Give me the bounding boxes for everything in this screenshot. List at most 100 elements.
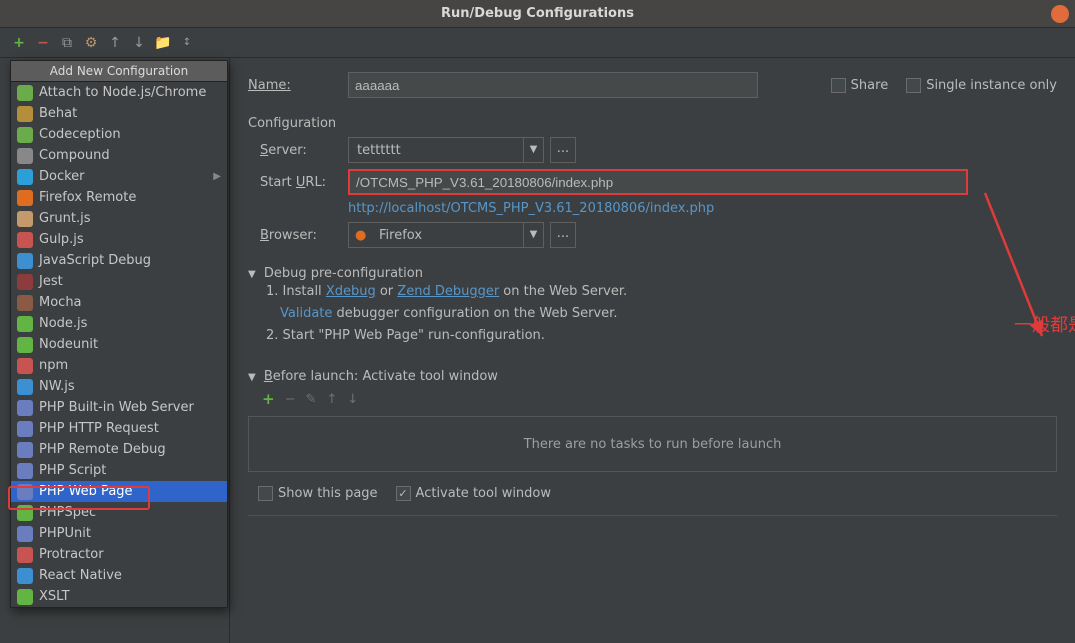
firefox-icon: ● (355, 228, 371, 243)
config-type-item[interactable]: PHP HTTP Request (11, 418, 227, 439)
show-page-label: Show this page (278, 486, 378, 501)
config-type-label: Mocha (39, 295, 82, 310)
config-type-label: XSLT (39, 589, 70, 604)
browser-browse-button[interactable]: ... (550, 222, 576, 248)
config-type-item[interactable]: PHP Script (11, 460, 227, 481)
config-type-item[interactable]: Compound (11, 145, 227, 166)
up-icon[interactable]: ↑ (106, 34, 124, 52)
config-type-item[interactable]: PHPUnit (11, 523, 227, 544)
config-type-item[interactable]: npm (11, 355, 227, 376)
config-type-label: Compound (39, 148, 110, 163)
add-icon[interactable]: + (10, 34, 28, 52)
config-type-item[interactable]: PHPSpec (11, 502, 227, 523)
config-type-label: PHP Remote Debug (39, 442, 166, 457)
debug-validate-line: Validate debugger configuration on the W… (280, 303, 1057, 325)
config-type-item[interactable]: NW.js (11, 376, 227, 397)
before-launch-title: Before launch: Activate tool window (264, 369, 498, 384)
zend-link[interactable]: Zend Debugger (397, 284, 499, 299)
move-up-icon[interactable]: ↑ (326, 392, 337, 407)
configuration-section-title: Configuration (248, 116, 1057, 131)
show-page-checkbox[interactable] (258, 486, 273, 501)
config-type-item[interactable]: JavaScript Debug (11, 250, 227, 271)
activate-tool-label: Activate tool window (416, 486, 551, 501)
debug-preconfig-title: Debug pre-configuration (264, 266, 423, 281)
config-type-item[interactable]: Node.js (11, 313, 227, 334)
config-type-item[interactable]: Docker ▶ (11, 166, 227, 187)
start-url-input[interactable] (348, 169, 968, 195)
copy-icon[interactable]: ⧉ (58, 34, 76, 52)
before-launch-list: There are no tasks to run before launch (248, 416, 1057, 472)
config-type-item[interactable]: Firefox Remote (11, 187, 227, 208)
down-icon[interactable]: ↓ (130, 34, 148, 52)
name-input[interactable] (348, 72, 758, 98)
config-type-item[interactable]: Behat (11, 103, 227, 124)
annotation-text: 一般都是首页 (1014, 311, 1075, 337)
config-type-icon (17, 463, 33, 479)
config-type-item[interactable]: PHP Remote Debug (11, 439, 227, 460)
config-type-icon (17, 85, 33, 101)
config-type-icon (17, 568, 33, 584)
config-type-icon (17, 253, 33, 269)
config-type-label: NW.js (39, 379, 75, 394)
config-type-item[interactable]: Nodeunit (11, 334, 227, 355)
config-type-label: PHP Script (39, 463, 106, 478)
config-type-label: Nodeunit (39, 337, 98, 352)
config-type-label: PHP HTTP Request (39, 421, 159, 436)
edit-task-icon[interactable]: ✎ (305, 392, 316, 407)
folder-icon[interactable]: 📁 (154, 34, 172, 52)
config-type-icon (17, 379, 33, 395)
config-type-item[interactable]: Protractor (11, 544, 227, 565)
config-type-icon (17, 232, 33, 248)
config-type-label: Behat (39, 106, 77, 121)
chevron-down-icon[interactable]: ▼ (523, 223, 543, 247)
submenu-arrow-icon: ▶ (213, 171, 221, 182)
chevron-down-icon[interactable]: ▼ (523, 138, 543, 162)
config-type-icon (17, 127, 33, 143)
single-instance-checkbox[interactable] (906, 78, 921, 93)
config-type-icon (17, 400, 33, 416)
server-browse-button[interactable]: ... (550, 137, 576, 163)
config-type-item[interactable]: Grunt.js (11, 208, 227, 229)
activate-tool-checkbox[interactable] (396, 486, 411, 501)
config-type-item[interactable]: PHP Web Page (11, 481, 227, 502)
config-type-item[interactable]: XSLT (11, 586, 227, 607)
share-checkbox[interactable] (831, 78, 846, 93)
add-task-icon[interactable]: + (262, 390, 275, 408)
config-type-icon (17, 190, 33, 206)
config-type-label: Firefox Remote (39, 190, 136, 205)
server-combo[interactable]: tetttttt ▼ (348, 137, 544, 163)
config-type-item[interactable]: Codeception (11, 124, 227, 145)
config-toolbar: + − ⧉ ⚙ ↑ ↓ 📁 ↕ (0, 28, 1075, 58)
xdebug-link[interactable]: Xdebug (326, 284, 376, 299)
close-icon[interactable] (1051, 5, 1069, 23)
browser-label: Browser: (260, 228, 348, 243)
config-type-icon (17, 148, 33, 164)
browser-combo[interactable]: ● Firefox ▼ (348, 222, 544, 248)
expand-icon[interactable]: ▼ (248, 372, 256, 383)
settings-icon[interactable]: ⚙ (82, 34, 100, 52)
config-type-item[interactable]: Jest (11, 271, 227, 292)
config-type-icon (17, 442, 33, 458)
config-type-label: Node.js (39, 316, 87, 331)
config-type-label: PHPSpec (39, 505, 96, 520)
move-down-icon[interactable]: ↓ (347, 392, 358, 407)
config-type-label: Attach to Node.js/Chrome (39, 85, 206, 100)
remove-task-icon[interactable]: − (285, 392, 296, 407)
config-type-item[interactable]: Mocha (11, 292, 227, 313)
resolved-url-link[interactable]: http://localhost/OTCMS_PHP_V3.61_2018080… (348, 201, 714, 216)
expand-icon[interactable]: ▼ (248, 269, 256, 280)
config-type-item[interactable]: React Native (11, 565, 227, 586)
config-type-label: Codeception (39, 127, 121, 142)
config-type-icon (17, 211, 33, 227)
config-type-label: PHP Web Page (39, 484, 133, 499)
collapse-icon[interactable]: ↕ (178, 34, 196, 52)
config-type-item[interactable]: Attach to Node.js/Chrome (11, 82, 227, 103)
name-label: Name: (248, 78, 348, 93)
remove-icon[interactable]: − (34, 34, 52, 52)
config-type-icon (17, 337, 33, 353)
config-type-item[interactable]: PHP Built-in Web Server (11, 397, 227, 418)
config-type-item[interactable]: Gulp.js (11, 229, 227, 250)
config-type-label: Docker (39, 169, 85, 184)
validate-link[interactable]: Validate (280, 306, 332, 321)
config-type-icon (17, 106, 33, 122)
